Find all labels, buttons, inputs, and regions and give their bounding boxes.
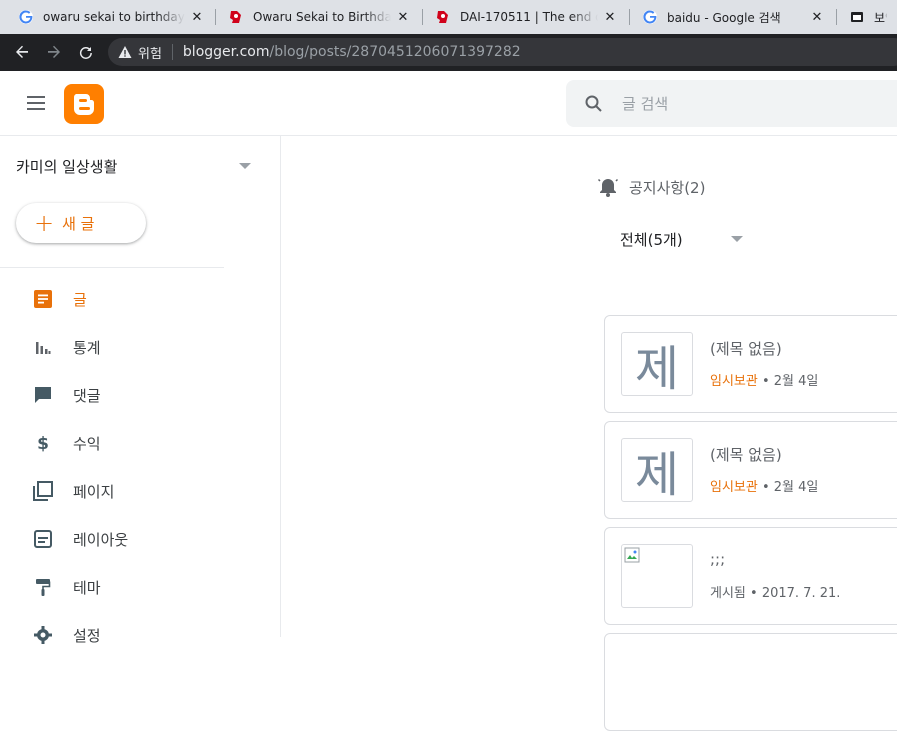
- post-thumbnail: 제: [621, 438, 693, 503]
- tab-title: 보안: [874, 10, 887, 25]
- post-filter-dropdown[interactable]: 전체(5개): [620, 229, 683, 250]
- browser-tab[interactable]: 보안: [837, 0, 897, 34]
- post-card[interactable]: 제 (제목 없음) 임시보관 • 2월 4일: [604, 315, 897, 413]
- new-post-label: 새 글: [62, 214, 95, 233]
- tab-title: DAI-170511 | The end of t: [460, 10, 598, 24]
- arrow-right-icon: [48, 45, 60, 58]
- tab-title: Owaru Sekai to Birthday C: [253, 10, 391, 24]
- notice-label: 공지사항(2): [629, 178, 706, 197]
- post-status: 게시됨: [710, 586, 746, 601]
- google-icon: [642, 9, 658, 25]
- chevron-down-icon[interactable]: [731, 236, 743, 242]
- close-icon[interactable]: ✕: [809, 9, 825, 25]
- post-title[interactable]: (제목 없음): [710, 444, 782, 465]
- daum-icon: [435, 9, 451, 25]
- browser-tab[interactable]: baidu - Google 검색 ✕: [630, 0, 835, 34]
- post-meta: 임시보관 • 2월 4일: [710, 476, 818, 495]
- browser-tabstrip: owaru sekai to birthday vo ✕ Owaru Sekai…: [0, 0, 897, 34]
- sidebar-item-label: 댓글: [73, 386, 101, 405]
- posts-icon: [33, 289, 53, 309]
- back-button[interactable]: [8, 38, 36, 66]
- sidebar-item-comments[interactable]: 댓글: [0, 371, 224, 419]
- meta-separator: •: [757, 374, 774, 389]
- app-header: 글 검색: [0, 71, 897, 136]
- sidebar-item-posts[interactable]: 글: [0, 275, 224, 323]
- sidebar-item-pages[interactable]: 페이지: [0, 467, 224, 515]
- svg-text:$: $: [37, 434, 49, 452]
- paint-roller-icon: [33, 577, 53, 597]
- tab-title: owaru sekai to birthday vo: [43, 10, 185, 24]
- pages-icon: [33, 481, 53, 501]
- security-label[interactable]: 위험: [138, 43, 162, 62]
- sidebar-divider: [0, 267, 224, 268]
- daum-icon: [228, 9, 244, 25]
- post-date: 2월 4일: [773, 480, 819, 495]
- post-meta: 게시됨 • 2017. 7. 21.: [710, 582, 840, 601]
- address-bar[interactable]: 위험 blogger.com/blog/posts/28704512060713…: [108, 38, 897, 66]
- comments-icon: [33, 385, 53, 405]
- post-thumbnail: 제: [621, 332, 693, 397]
- sidebar-item-label: 통계: [73, 338, 101, 357]
- blog-selector[interactable]: 카미의 일상생활: [16, 156, 117, 177]
- sidebar-item-earnings[interactable]: $ 수익: [0, 419, 224, 467]
- browser-tab[interactable]: DAI-170511 | The end of t ✕: [423, 0, 628, 34]
- arrow-left-icon: [16, 45, 28, 58]
- search-icon: [585, 95, 602, 112]
- plus-icon: +: [34, 209, 55, 237]
- post-status: 임시보관: [710, 480, 758, 495]
- gear-icon: [33, 625, 53, 645]
- reload-button[interactable]: [72, 38, 100, 66]
- post-date: 2월 4일: [773, 374, 819, 389]
- meta-separator: •: [757, 480, 774, 495]
- google-icon: [18, 9, 34, 25]
- post-search-input[interactable]: 글 검색: [566, 80, 897, 127]
- notice-link[interactable]: 공지사항(2): [597, 176, 705, 198]
- page-icon: [849, 9, 865, 25]
- post-thumbnail: [621, 544, 693, 608]
- post-status: 임시보관: [710, 374, 758, 389]
- warning-icon: [118, 45, 132, 59]
- sidebar-item-layout[interactable]: 레이아웃: [0, 515, 224, 563]
- new-post-button[interactable]: + 새 글: [16, 203, 146, 243]
- address-divider: [171, 44, 173, 60]
- sidebar-item-label: 페이지: [73, 482, 115, 501]
- search-placeholder: 글 검색: [622, 95, 669, 113]
- sidebar: 카미의 일상생활 + 새 글 글 통계 댓글 $ 수익 페이지 레이아웃 테마 …: [0, 136, 281, 645]
- post-title[interactable]: (제목 없음): [710, 338, 782, 359]
- sidebar-item-label: 테마: [73, 578, 101, 597]
- layout-icon: [33, 529, 53, 549]
- chevron-down-icon[interactable]: [239, 163, 251, 169]
- tab-title: baidu - Google 검색: [667, 10, 781, 25]
- close-icon[interactable]: ✕: [189, 9, 205, 25]
- sidebar-item-label: 수익: [73, 434, 101, 453]
- close-icon[interactable]: ✕: [602, 9, 618, 25]
- menu-icon[interactable]: [22, 91, 50, 115]
- sidebar-item-label: 설정: [73, 626, 101, 645]
- url-path: /blog/posts/2870451206071397282: [269, 44, 521, 60]
- blogger-logo[interactable]: [64, 84, 104, 124]
- post-card[interactable]: [604, 633, 897, 731]
- browser-toolbar: 위험 blogger.com/blog/posts/28704512060713…: [0, 34, 897, 71]
- forward-button[interactable]: [40, 38, 68, 66]
- browser-tab[interactable]: Owaru Sekai to Birthday C ✕: [216, 0, 421, 34]
- post-card[interactable]: 제 (제목 없음) 임시보관 • 2월 4일: [604, 421, 897, 519]
- broken-image-icon: [624, 547, 640, 563]
- reload-icon: [79, 46, 92, 59]
- earnings-icon: $: [33, 433, 53, 453]
- sidebar-item-stats[interactable]: 통계: [0, 323, 224, 371]
- post-date: 2017. 7. 21.: [761, 586, 841, 601]
- sidebar-item-theme[interactable]: 테마: [0, 563, 224, 611]
- post-title[interactable]: ;;;: [710, 550, 725, 568]
- close-icon[interactable]: ✕: [395, 9, 411, 25]
- sidebar-item-label: 글: [73, 290, 87, 309]
- bell-icon: [597, 178, 619, 197]
- browser-tab[interactable]: owaru sekai to birthday vo ✕: [0, 0, 215, 34]
- post-card[interactable]: ;;; 게시됨 • 2017. 7. 21.: [604, 527, 897, 625]
- url-host: blogger.com: [182, 44, 270, 60]
- sidebar-item-label: 레이아웃: [73, 530, 129, 549]
- stats-icon: [33, 337, 53, 357]
- meta-separator: •: [745, 586, 762, 601]
- sidebar-item-settings[interactable]: 설정: [0, 611, 224, 659]
- post-meta: 임시보관 • 2월 4일: [710, 370, 818, 389]
